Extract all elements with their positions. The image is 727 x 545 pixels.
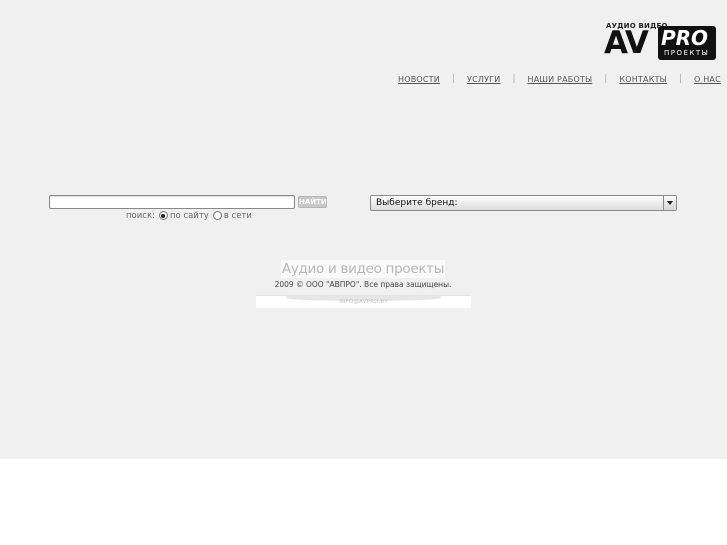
search-scope-label: поиск: [126,210,155,221]
search-scope: поиск: по сайту в сети [126,209,252,222]
nav-link-about[interactable]: О НАС [694,75,721,84]
avpro-logo[interactable]: АУДИО ВИДЕО AV PRO ПРОЕКТЫ [604,22,716,62]
radio-site[interactable] [158,211,168,220]
chevron-down-icon[interactable] [663,196,676,210]
brand-select[interactable]: Выберите бренд: [370,195,677,211]
logo-main-text: AV [604,25,649,61]
radio-site-label[interactable]: по сайту [170,211,209,221]
main-nav: НОВОСТИ | УСЛУГИ | НАШИ РАБОТЫ | КОНТАКТ… [398,73,721,85]
logo-badge: PRO ПРОЕКТЫ [658,26,716,60]
nav-link-our-works[interactable]: НАШИ РАБОТЫ [527,75,592,84]
nav-link-services[interactable]: УСЛУГИ [467,75,500,84]
nav-separator: | [451,74,456,84]
email-link[interactable]: INFO@AVPRO.BY [256,299,471,305]
nav-separator: | [678,74,682,84]
search-input[interactable] [49,195,295,209]
brand-select-value: Выберите бренд: [376,198,458,208]
radio-web-label[interactable]: в сети [224,211,252,221]
nav-link-news[interactable]: НОВОСТИ [398,75,440,84]
nav-separator: | [512,74,516,84]
radio-web[interactable] [212,211,222,220]
copyright-text: 2009 © ООО "АВПРО". Все права защищены. [274,280,452,289]
nav-link-contacts[interactable]: КОНТАКТЫ [619,75,667,84]
nav-separator: | [604,74,608,84]
site-tagline: Аудио и видео проекты [281,260,445,278]
page-background: АУДИО ВИДЕО AV PRO ПРОЕКТЫ НОВОСТИ | УСЛ… [0,0,727,459]
search-button[interactable]: НАЙТИ [298,196,327,208]
logo-badge-text: PRO [661,26,709,50]
email-bar: INFO@AVPRO.BY [256,295,471,308]
logo-sub-text: ПРОЕКТЫ [664,49,710,57]
